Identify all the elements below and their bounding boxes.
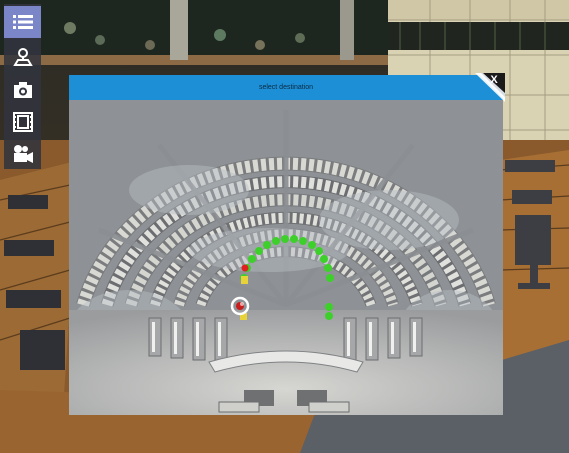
location-button[interactable] bbox=[4, 41, 41, 73]
dialog-title: select destination bbox=[69, 75, 503, 100]
seat-available[interactable] bbox=[299, 237, 307, 245]
film-strip-icon bbox=[12, 112, 33, 132]
seat-available[interactable] bbox=[263, 241, 271, 249]
seat-available[interactable] bbox=[324, 264, 332, 272]
seat-available[interactable] bbox=[320, 255, 328, 263]
seat-available[interactable] bbox=[308, 241, 316, 249]
seat-available[interactable] bbox=[281, 235, 289, 243]
seat-available[interactable] bbox=[325, 303, 333, 311]
camera-icon bbox=[13, 82, 32, 98]
video-button[interactable] bbox=[4, 138, 41, 170]
film-button[interactable] bbox=[4, 106, 41, 138]
seat-available[interactable] bbox=[326, 274, 334, 282]
camera-button[interactable] bbox=[4, 74, 41, 106]
video-camera-icon bbox=[13, 145, 33, 163]
seat-available[interactable] bbox=[248, 255, 256, 263]
seat-selected[interactable] bbox=[241, 264, 249, 272]
seat-available[interactable] bbox=[315, 247, 323, 255]
seat-available[interactable] bbox=[290, 235, 298, 243]
seat-available[interactable] bbox=[272, 237, 280, 245]
select-destination-dialog: select destination X bbox=[69, 73, 505, 415]
hemicycle-map bbox=[69, 100, 503, 415]
close-button[interactable] bbox=[473, 73, 505, 102]
seat-available[interactable] bbox=[255, 247, 263, 255]
seat-reserved bbox=[241, 276, 248, 284]
seat-available[interactable] bbox=[325, 312, 333, 320]
map-pin-icon bbox=[12, 48, 33, 66]
menu-list-icon bbox=[12, 15, 33, 29]
menu-button[interactable] bbox=[4, 6, 41, 38]
toolbar bbox=[4, 4, 41, 169]
